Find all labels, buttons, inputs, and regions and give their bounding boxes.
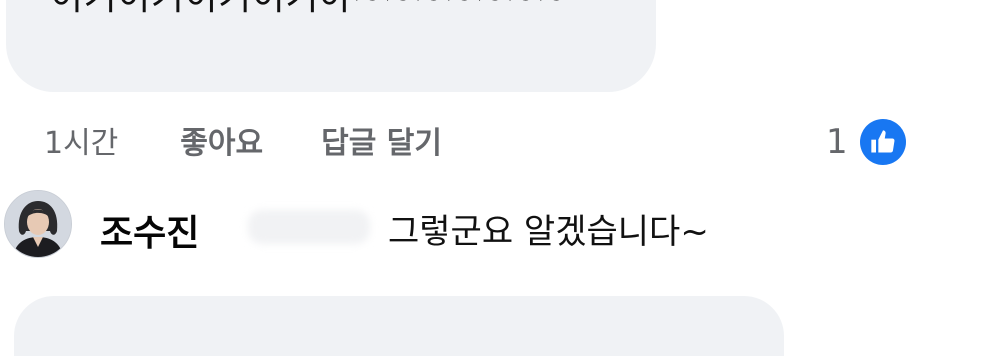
- profile-photo: [5, 191, 71, 257]
- like-button[interactable]: 좋아요: [180, 118, 263, 162]
- reply-button[interactable]: 답글 달기: [321, 118, 442, 162]
- reaction-count: 1: [826, 122, 848, 162]
- comment-bubble: 이기이기이기이기야~~~~~~~: [6, 0, 656, 92]
- blurred-redaction: [248, 210, 370, 244]
- comment-text: 이기이기이기이기야~~~~~~~: [50, 0, 567, 18]
- avatar[interactable]: [4, 190, 72, 258]
- reaction-summary[interactable]: 1: [826, 118, 906, 166]
- thumbs-up-icon: [859, 119, 906, 165]
- reply-author-name[interactable]: 조수진: [100, 204, 199, 256]
- comment-actions: 1시간 좋아요 답글 달기: [44, 118, 442, 162]
- next-comment-bubble: [14, 296, 784, 356]
- reply-text: 그렇군요 알겠습니다~: [388, 212, 709, 252]
- comment-timestamp[interactable]: 1시간: [44, 118, 118, 162]
